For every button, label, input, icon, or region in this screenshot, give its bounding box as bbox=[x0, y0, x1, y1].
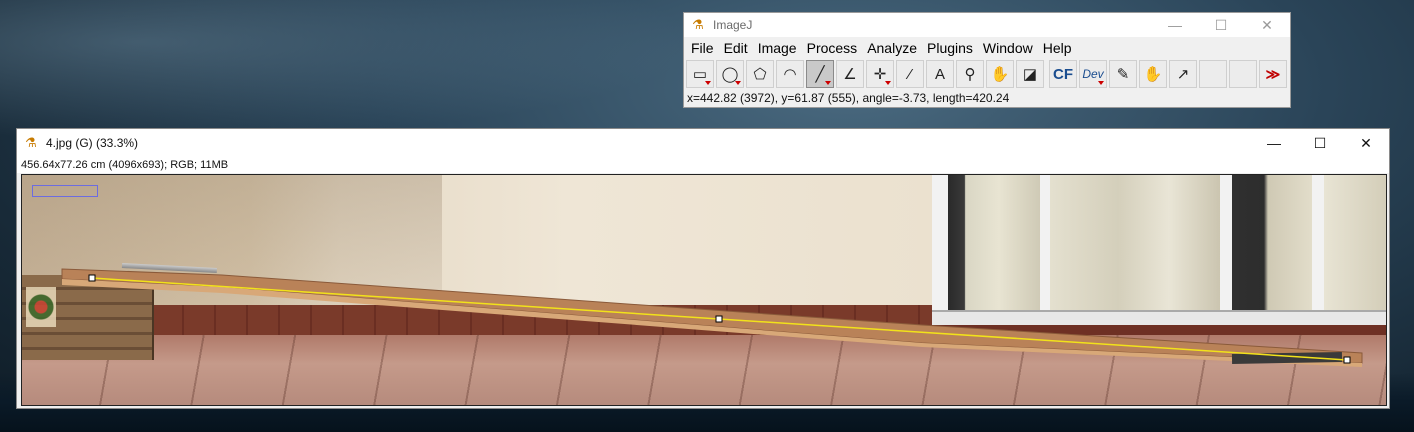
close-icon[interactable]: ✕ bbox=[1244, 13, 1290, 37]
freehand-tool-icon-glyph: ◠ bbox=[783, 66, 797, 83]
brush-tool-icon[interactable]: ✎ bbox=[1109, 60, 1137, 88]
menu-analyze[interactable]: Analyze bbox=[863, 37, 923, 59]
image-info: 456.64x77.26 cm (4096x693); RGB; 11MB bbox=[17, 157, 1389, 173]
menu-edit[interactable]: Edit bbox=[720, 37, 754, 59]
menu-help[interactable]: Help bbox=[1039, 37, 1078, 59]
menu-file[interactable]: File bbox=[687, 37, 720, 59]
tool-menu-indicator bbox=[825, 81, 831, 85]
wand-tool-icon-glyph: ⁄ bbox=[908, 65, 912, 83]
toolbar: ▭ ◯ ⬠ ◠ ╱ ∠ ✛ ⁄ A ⚲ ✋ ◪ CF Dev ✎ ✋ ↗ ≫ bbox=[684, 59, 1290, 89]
menu-process[interactable]: Process bbox=[803, 37, 864, 59]
hand-tool-icon[interactable]: ✋ bbox=[986, 60, 1014, 88]
image-window-title: 4.jpg (G) (33.3%) bbox=[46, 136, 139, 150]
dropper-tool-icon[interactable]: ◪ bbox=[1016, 60, 1044, 88]
line-tool-icon-glyph: ╱ bbox=[815, 66, 825, 83]
tool-menu-indicator bbox=[705, 81, 711, 85]
flood-fill-tool-icon[interactable]: ✋ bbox=[1139, 60, 1167, 88]
menu-image[interactable]: Image bbox=[754, 37, 803, 59]
close-icon[interactable]: ✕ bbox=[1343, 131, 1389, 155]
line-handle-middle bbox=[715, 315, 723, 323]
minimize-icon[interactable]: — bbox=[1251, 131, 1297, 155]
more-tools-icon-glyph: ≫ bbox=[1265, 65, 1281, 82]
menu-window[interactable]: Window bbox=[979, 37, 1039, 59]
tool-menu-indicator bbox=[735, 81, 741, 85]
dropper-tool-icon-glyph: ◪ bbox=[1022, 66, 1038, 83]
status-bar: x=442.82 (3972), y=61.87 (555), angle=-3… bbox=[687, 91, 1010, 105]
cf-tool-glyph: CF bbox=[1053, 65, 1073, 83]
hand-tool-icon-glyph: ✋ bbox=[990, 66, 1010, 83]
line-selection[interactable] bbox=[22, 175, 1387, 406]
menu-plugins[interactable]: Plugins bbox=[923, 37, 979, 59]
zoom-tool-icon[interactable]: ⚲ bbox=[956, 60, 984, 88]
desktop-background-highlight bbox=[0, 0, 700, 140]
line-tool-icon[interactable]: ╱ bbox=[806, 60, 834, 88]
main-window-title: ImageJ bbox=[713, 18, 753, 32]
microscope-icon: ⚗ bbox=[692, 17, 704, 32]
more-tools-icon[interactable]: ≫ bbox=[1259, 60, 1287, 88]
dev-tool-glyph: Dev bbox=[1082, 67, 1104, 81]
image-titlebar[interactable]: ⚗ 4.jpg (G) (33.3%) — ☐ ✕ bbox=[17, 129, 1389, 157]
text-tool-icon[interactable]: A bbox=[926, 60, 954, 88]
wand-tool-icon[interactable]: ⁄ bbox=[896, 60, 924, 88]
imagej-main-window: ⚗ ImageJ — ☐ ✕ File Edit Image Process Analy… bbox=[683, 12, 1291, 108]
maximize-icon[interactable]: ☐ bbox=[1198, 13, 1244, 37]
flood-fill-tool-icon-glyph: ✋ bbox=[1143, 66, 1163, 83]
microscope-icon: ⚗ bbox=[25, 135, 37, 150]
empty-tool-slot-2[interactable] bbox=[1229, 60, 1257, 88]
empty-tool-slot-1[interactable] bbox=[1199, 60, 1227, 88]
arrow-tool-icon-glyph: ↗ bbox=[1176, 66, 1190, 83]
main-titlebar[interactable]: ⚗ ImageJ — ☐ ✕ bbox=[684, 13, 1290, 37]
line-handle-start bbox=[88, 274, 96, 282]
polygon-tool-icon-glyph: ⬠ bbox=[753, 66, 767, 83]
oval-tool-icon[interactable]: ◯ bbox=[716, 60, 744, 88]
freehand-tool-icon[interactable]: ◠ bbox=[776, 60, 804, 88]
rectangle-tool-icon[interactable]: ▭ bbox=[686, 60, 714, 88]
image-window: ⚗ 4.jpg (G) (33.3%) — ☐ ✕ 456.64x77.26 c… bbox=[16, 128, 1390, 409]
angle-tool-icon-glyph: ∠ bbox=[843, 66, 857, 83]
text-tool-icon-glyph: A bbox=[934, 65, 945, 83]
dev-tool[interactable]: Dev bbox=[1079, 60, 1107, 88]
tool-menu-indicator bbox=[1098, 81, 1104, 85]
brush-tool-icon-glyph: ✎ bbox=[1116, 66, 1130, 83]
line-handle-end bbox=[1343, 356, 1351, 364]
angle-tool-icon[interactable]: ∠ bbox=[836, 60, 864, 88]
polygon-tool-icon[interactable]: ⬠ bbox=[746, 60, 774, 88]
image-canvas[interactable] bbox=[21, 174, 1387, 406]
minimize-icon[interactable]: — bbox=[1152, 13, 1198, 37]
zoom-tool-icon-glyph: ⚲ bbox=[964, 66, 976, 83]
arrow-tool-icon[interactable]: ↗ bbox=[1169, 60, 1197, 88]
menubar: File Edit Image Process Analyze Plugins Window… bbox=[684, 37, 1290, 59]
point-tool-icon[interactable]: ✛ bbox=[866, 60, 894, 88]
cf-tool[interactable]: CF bbox=[1049, 60, 1077, 88]
tool-menu-indicator bbox=[885, 81, 891, 85]
maximize-icon[interactable]: ☐ bbox=[1297, 131, 1343, 155]
overlay-rectangle bbox=[32, 185, 98, 197]
